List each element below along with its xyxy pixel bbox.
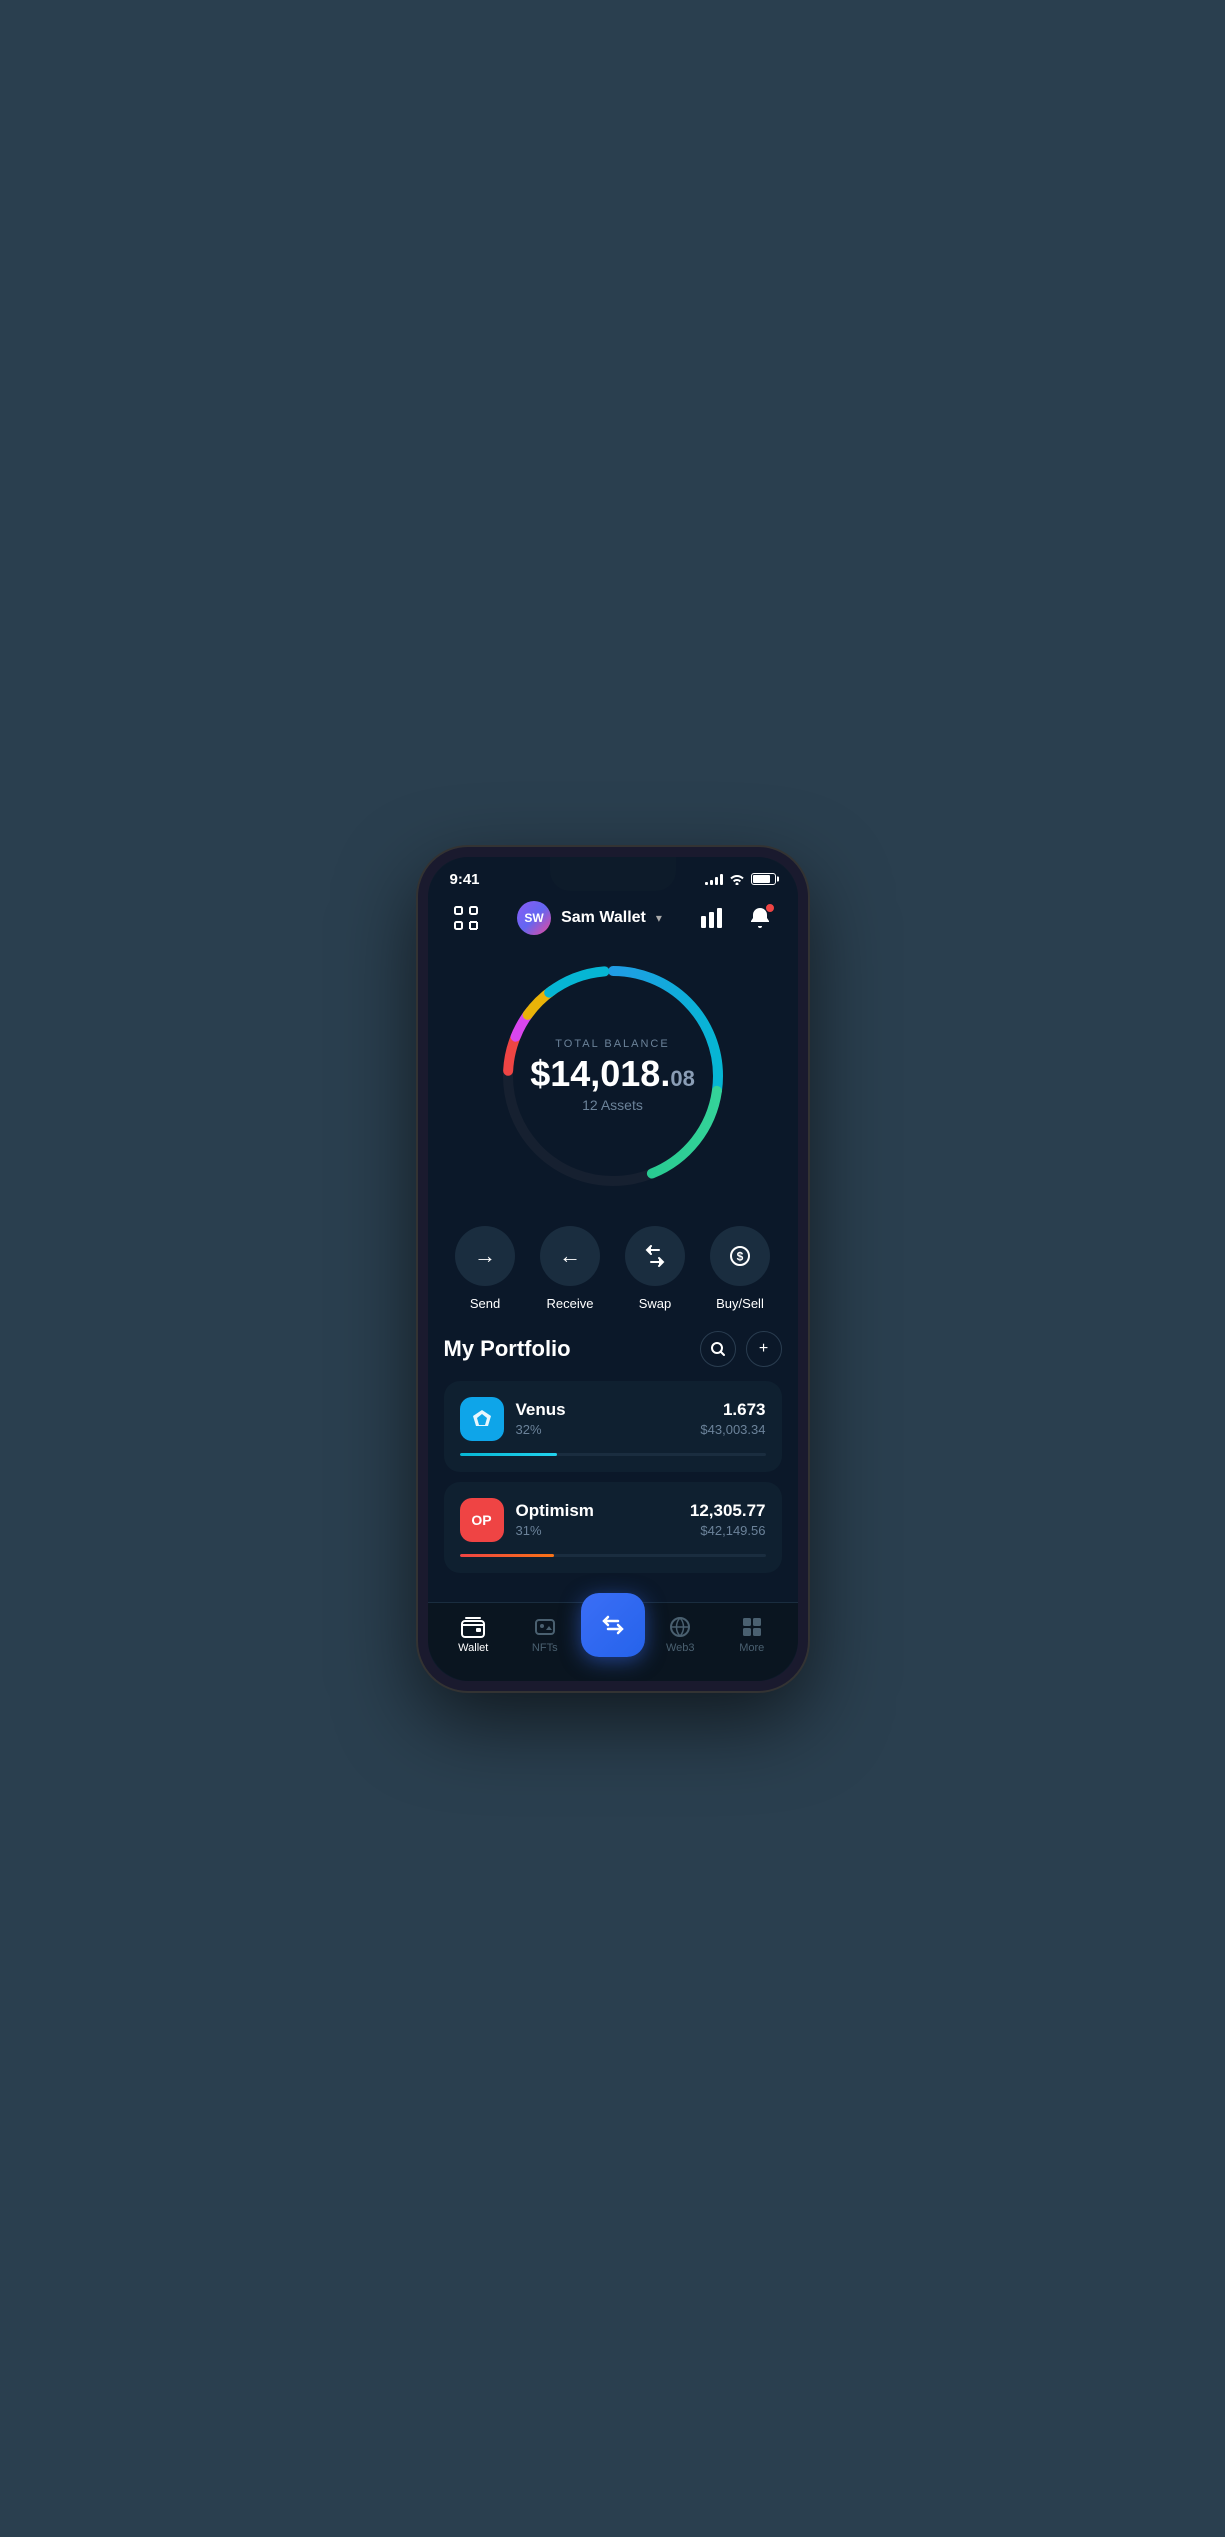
portfolio-search-button[interactable]	[700, 1331, 736, 1367]
venus-icon	[460, 1397, 504, 1441]
receive-button[interactable]: ←	[540, 1226, 600, 1286]
header-right	[695, 901, 777, 935]
optimism-progress-fill	[460, 1554, 555, 1557]
venus-name: Venus	[516, 1400, 566, 1420]
optimism-amount: 12,305.77	[690, 1501, 766, 1521]
send-button[interactable]: →	[455, 1226, 515, 1286]
venus-amount: 1.673	[700, 1400, 765, 1420]
nfts-nav-icon	[534, 1616, 556, 1638]
nav-item-web3[interactable]: Web3	[645, 1616, 717, 1654]
wifi-icon	[729, 873, 745, 885]
optimism-right: 12,305.77 $42,149.56	[690, 1501, 766, 1538]
portfolio-actions: +	[700, 1331, 782, 1367]
nav-item-more[interactable]: More	[716, 1616, 788, 1654]
optimism-icon: OP	[460, 1498, 504, 1542]
chart-icon[interactable]	[695, 901, 729, 935]
balance-center: TOTAL BALANCE $14,018.08 12 Assets	[530, 1038, 695, 1114]
balance-amount: $14,018.08	[530, 1054, 695, 1094]
swap-button[interactable]	[625, 1226, 685, 1286]
venus-info: Venus 32%	[516, 1400, 566, 1437]
wallet-name: Sam Wallet	[561, 909, 646, 927]
web3-nav-label: Web3	[666, 1642, 695, 1654]
buysell-button[interactable]: $	[710, 1226, 770, 1286]
asset-card-optimism[interactable]: OP Optimism 31% 12,305.77 $42,149.56	[444, 1482, 782, 1573]
venus-right: 1.673 $43,003.34	[700, 1400, 765, 1437]
battery-icon	[751, 873, 776, 885]
buysell-action[interactable]: $ Buy/Sell	[703, 1226, 778, 1311]
optimism-name: Optimism	[516, 1501, 594, 1521]
send-label: Send	[470, 1296, 500, 1311]
wallet-nav-icon	[461, 1616, 485, 1638]
balance-label: TOTAL BALANCE	[530, 1038, 695, 1050]
wallet-selector[interactable]: SW Sam Wallet ▾	[517, 901, 662, 935]
nav-center-button[interactable]	[581, 1593, 645, 1657]
nav-item-nfts[interactable]: NFTs	[509, 1616, 581, 1654]
venus-pct: 32%	[516, 1422, 566, 1437]
header: SW Sam Wallet ▾	[428, 894, 798, 946]
balance-section: TOTAL BALANCE $14,018.08 12 Assets	[428, 946, 798, 1216]
optimism-progress-bar	[460, 1554, 766, 1557]
optimism-left: OP Optimism 31%	[460, 1498, 594, 1542]
venus-row: Venus 32% 1.673 $43,003.34	[460, 1397, 766, 1441]
balance-main: $14,018.	[530, 1053, 670, 1094]
avatar: SW	[517, 901, 551, 935]
signal-icon	[705, 873, 723, 885]
optimism-pct: 31%	[516, 1523, 594, 1538]
optimism-row: OP Optimism 31% 12,305.77 $42,149.56	[460, 1498, 766, 1542]
bottom-navigation: Wallet NFTs Web3	[428, 1602, 798, 1681]
header-scan[interactable]	[448, 900, 484, 936]
venus-left: Venus 32%	[460, 1397, 566, 1441]
swap-label: Swap	[639, 1296, 672, 1311]
swap-action[interactable]: Swap	[618, 1226, 693, 1311]
portfolio-title: My Portfolio	[444, 1336, 571, 1362]
scan-icon[interactable]	[448, 900, 484, 936]
buysell-label: Buy/Sell	[716, 1296, 764, 1311]
asset-card-venus[interactable]: Venus 32% 1.673 $43,003.34	[444, 1381, 782, 1472]
portfolio-add-button[interactable]: +	[746, 1331, 782, 1367]
portfolio-header: My Portfolio +	[444, 1331, 782, 1367]
chevron-down-icon: ▾	[656, 911, 662, 925]
receive-action[interactable]: ← Receive	[533, 1226, 608, 1311]
wallet-nav-label: Wallet	[458, 1642, 488, 1654]
status-time: 9:41	[450, 871, 480, 888]
more-nav-label: More	[739, 1642, 764, 1654]
action-buttons: → Send ← Receive Swap $	[428, 1216, 798, 1331]
center-nav-icon	[599, 1611, 627, 1639]
nfts-nav-label: NFTs	[532, 1642, 558, 1654]
more-nav-icon	[741, 1616, 763, 1638]
phone-screen: 9:41	[428, 857, 798, 1681]
portfolio-section: My Portfolio +	[428, 1331, 798, 1602]
svg-text:$: $	[737, 1249, 744, 1263]
receive-label: Receive	[547, 1296, 594, 1311]
optimism-info: Optimism 31%	[516, 1501, 594, 1538]
venus-value: $43,003.34	[700, 1422, 765, 1437]
donut-chart: TOTAL BALANCE $14,018.08 12 Assets	[493, 956, 733, 1196]
venus-progress-bar	[460, 1453, 766, 1456]
notifications-button[interactable]	[743, 901, 777, 935]
send-action[interactable]: → Send	[448, 1226, 523, 1311]
nav-item-wallet[interactable]: Wallet	[438, 1616, 510, 1654]
balance-cents: 08	[670, 1066, 694, 1091]
notch	[550, 857, 676, 891]
balance-assets: 12 Assets	[530, 1097, 695, 1113]
optimism-value: $42,149.56	[690, 1523, 766, 1538]
venus-progress-fill	[460, 1453, 558, 1456]
status-icons	[705, 873, 776, 885]
phone-frame: 9:41	[418, 847, 808, 1691]
web3-nav-icon	[669, 1616, 691, 1638]
notification-badge	[765, 903, 775, 913]
